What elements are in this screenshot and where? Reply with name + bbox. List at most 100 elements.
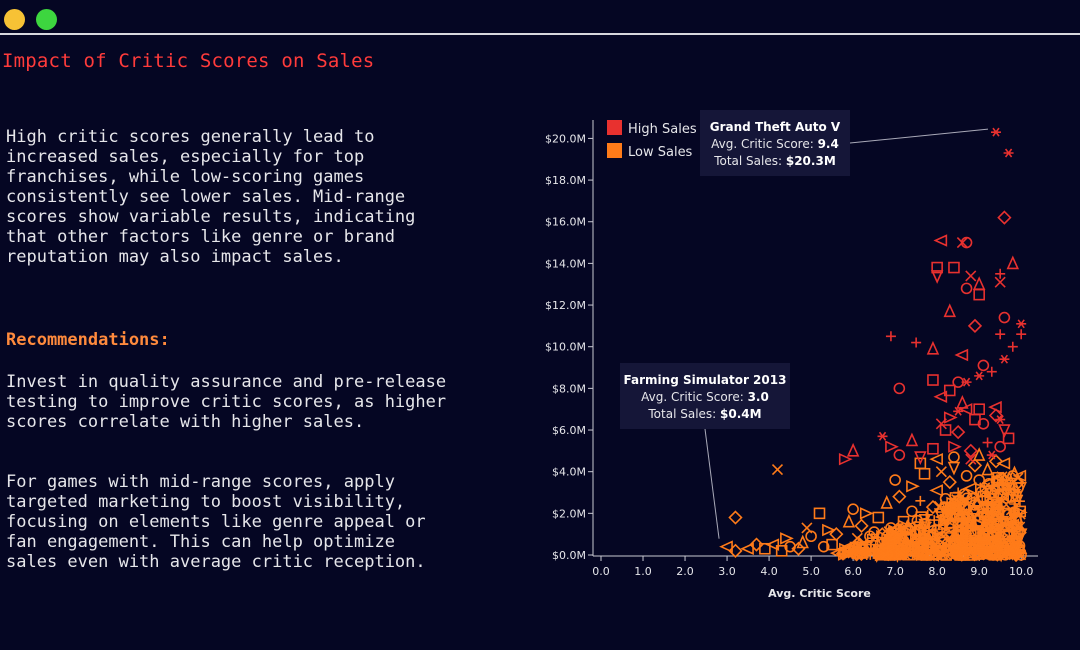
tooltip-title: Grand Theft Auto V [710,120,841,134]
data-point [990,127,1001,137]
tooltip-sales-label: Total Sales: [647,407,720,421]
data-point [847,503,859,515]
tooltip-score: Avg. Critic Score: 3.0 [641,390,769,404]
data-point [933,390,948,403]
data-point [962,482,977,495]
data-point [998,311,1011,324]
data-point [771,464,784,476]
y-tick-label: $12.0M [545,299,586,312]
data-point [927,374,939,386]
data-point [893,449,906,461]
page-title: Impact of Critic Scores on Sales [2,50,375,72]
data-point [885,331,896,342]
x-tick-label: 0.0 [592,565,610,578]
data-point [986,450,997,460]
y-tick-label: $2.0M [552,507,586,520]
tooltip-sales-label: Total Sales: [713,154,786,168]
data-point [948,440,962,453]
tooltip-sales-value: $20.3M [786,154,836,168]
legend-swatch [607,143,622,158]
data-point [951,424,966,440]
scatter-chart: $0.0M $2.0M $4.0M $6.0M $8.0M $10.0M $12.0M $14… [530,100,1070,610]
annotation-gta-v: Grand Theft Auto V Avg. Critic Score: 9.4… [700,110,989,176]
tooltip-score-value: 3.0 [748,390,769,404]
annotation-leader-line [849,128,989,144]
data-point [929,452,943,466]
title-bar-divider [0,33,1080,35]
data-point [954,348,969,362]
y-tick-label: $14.0M [545,257,586,270]
data-point [974,371,985,381]
data-point [859,507,874,520]
data-point [982,437,993,448]
data-point [905,432,919,447]
maximize-dot-icon[interactable] [36,9,57,30]
chart-legend: High Sales Low Sales [607,120,697,160]
data-point [842,513,856,528]
y-tick-label: $16.0M [545,216,586,229]
tooltip-title: Farming Simulator 2013 [624,373,787,387]
high-sales-series [838,127,1027,466]
y-tick-label: $20.0M [545,132,586,145]
data-point [1016,319,1027,329]
data-point [967,458,983,473]
data-point [939,424,952,436]
annotation-leader-line [704,428,720,539]
data-point [997,210,1012,225]
data-point [877,431,888,441]
data-point [999,354,1010,364]
legend-swatch [607,120,622,135]
y-tick-label: $4.0M [552,466,586,479]
tooltip-score-label: Avg. Critic Score: [641,390,747,404]
y-tick-label: $18.0M [545,174,586,187]
tooltip-sales-value: $0.4M [720,407,762,421]
data-point [995,268,1006,279]
y-tick-label: $10.0M [545,341,586,354]
x-tick-label: 4.0 [760,565,778,578]
data-point [973,288,985,301]
x-tick-label: 3.0 [718,565,736,578]
x-tick-label: 2.0 [676,565,694,578]
data-point [933,234,948,247]
data-point [1007,341,1018,352]
recommendation-2: For games with mid-range scores, apply t… [6,472,426,572]
legend-label: Low Sales [628,145,693,160]
data-point [854,518,869,533]
data-point [973,403,985,415]
tooltip-sales: Total Sales: $0.4M [647,407,761,421]
data-point [1006,255,1020,270]
x-axis-title: Avg. Critic Score [768,587,871,600]
scatter-chart-svg: $0.0M $2.0M $4.0M $6.0M $8.0M $10.0M $12.0M $14… [545,110,1038,600]
data-point [960,470,973,482]
tooltip-sales: Total Sales: $20.3M [713,154,836,168]
minimize-dot-icon[interactable] [4,9,25,30]
data-point [988,454,1004,469]
data-point [943,411,958,424]
tooltip-score-label: Avg. Critic Score: [711,137,817,151]
y-tick-label: $0.0M [552,549,586,562]
y-tick-label: $8.0M [552,382,586,395]
x-tick-label: 6.0 [844,565,862,578]
data-point [846,442,860,457]
recommendations-heading: Recommendations: [6,330,170,350]
data-point [822,523,836,537]
data-point [1016,329,1027,340]
data-point [926,340,940,355]
data-point [885,440,899,453]
x-tick-label: 5.0 [802,565,820,578]
x-tick-label: 7.0 [886,565,904,578]
data-point [1008,465,1021,480]
x-tick-label: 9.0 [970,565,988,578]
data-point [943,303,957,318]
data-point [973,474,985,486]
data-point [906,505,918,518]
data-point [889,474,901,486]
tooltip-score-value: 9.4 [818,137,839,151]
data-point [906,480,920,493]
data-point [872,511,885,524]
data-point [893,382,906,395]
data-point [927,442,939,455]
tooltip-score: Avg. Critic Score: 9.4 [711,137,839,151]
data-point [892,489,907,504]
data-point [942,474,957,490]
